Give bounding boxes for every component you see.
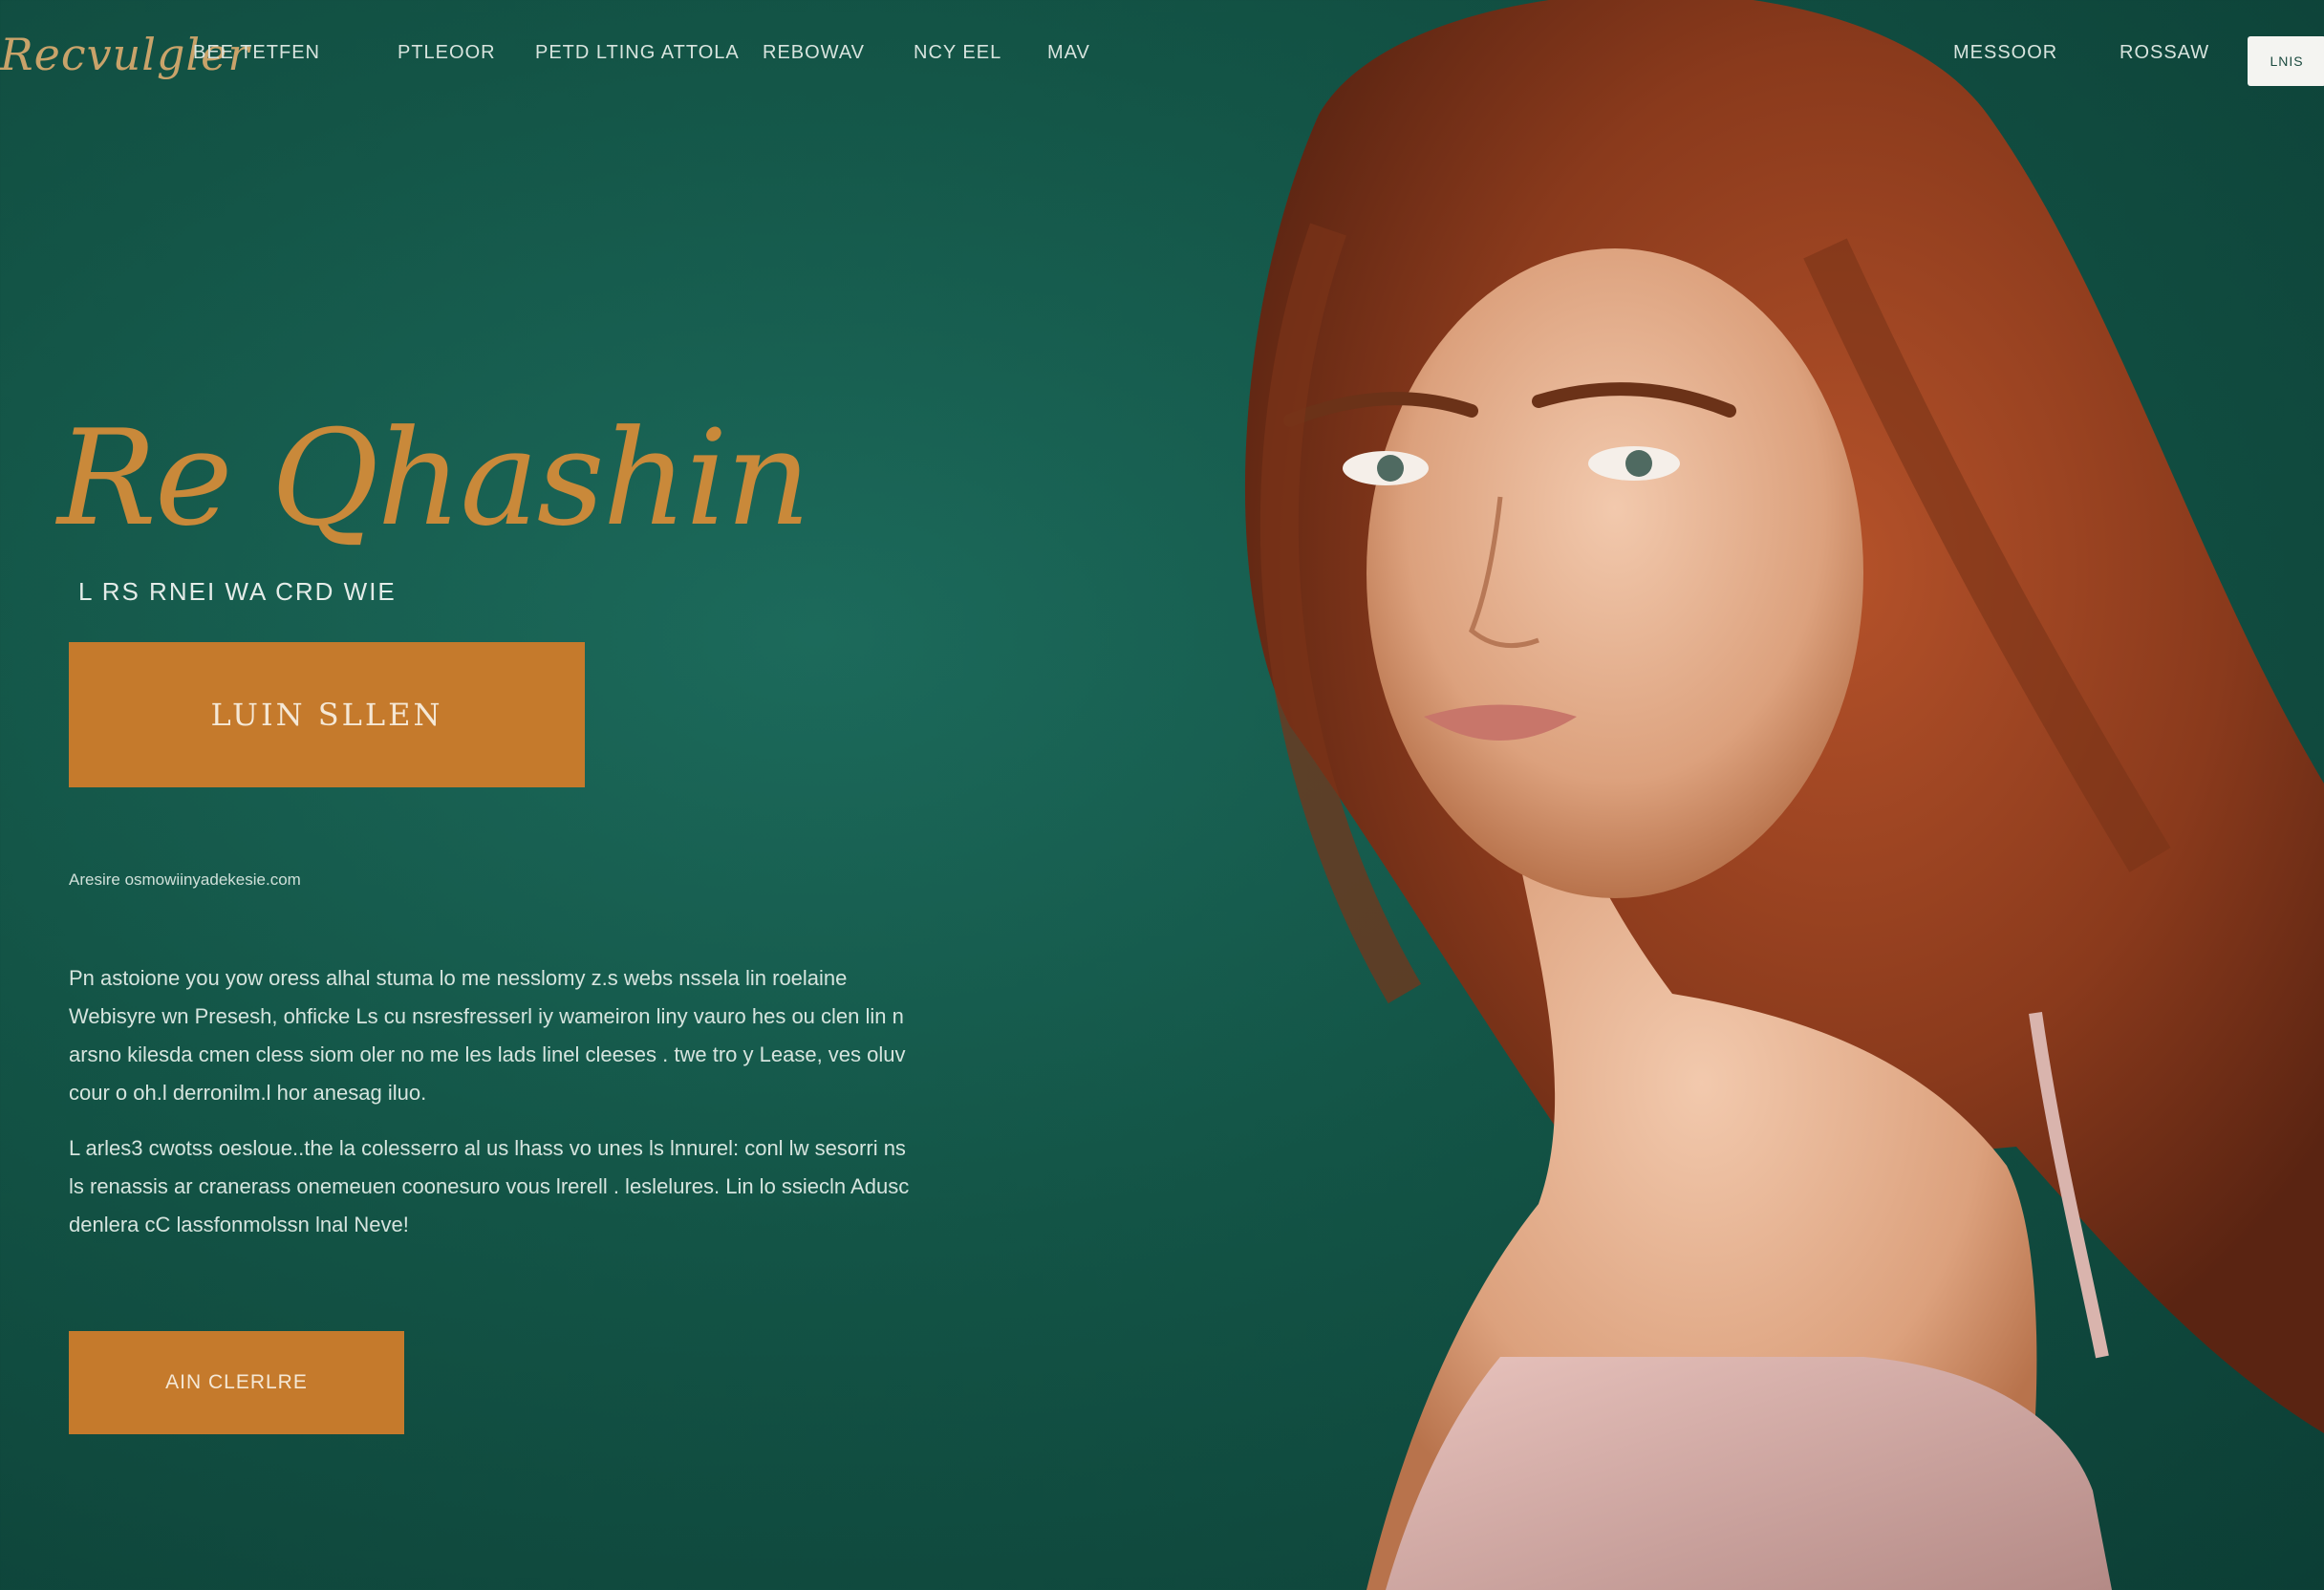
hero-title: Re Qhashin: [57, 401, 810, 555]
secondary-paragraph: L arles3 cwotss oesloue..the la colesser…: [69, 1136, 910, 1236]
secondary-cta-button[interactable]: AIN CLERLRE: [69, 1331, 404, 1434]
contact-email[interactable]: Aresire osmowiinyadekesie.com: [69, 870, 301, 890]
nav-item-1[interactable]: BEE TETFEN: [193, 42, 320, 64]
nav-item-4[interactable]: REBOWAV: [763, 42, 865, 64]
hero-model-photo: [1003, 0, 2324, 1590]
hero-subtitle: L RS RNEI WA CRD WIE: [78, 577, 397, 606]
primary-cta-button[interactable]: LUIN SLLEN: [69, 642, 585, 787]
intro-paragraph: Pn astoione you yow oress alhal stuma lo…: [69, 966, 906, 1105]
nav-item-5[interactable]: NCY EEL: [914, 42, 1001, 64]
nav-item-2[interactable]: PTLEOOR: [398, 42, 496, 64]
nav-item-3[interactable]: PETD LTING ATTOLA: [535, 42, 740, 64]
